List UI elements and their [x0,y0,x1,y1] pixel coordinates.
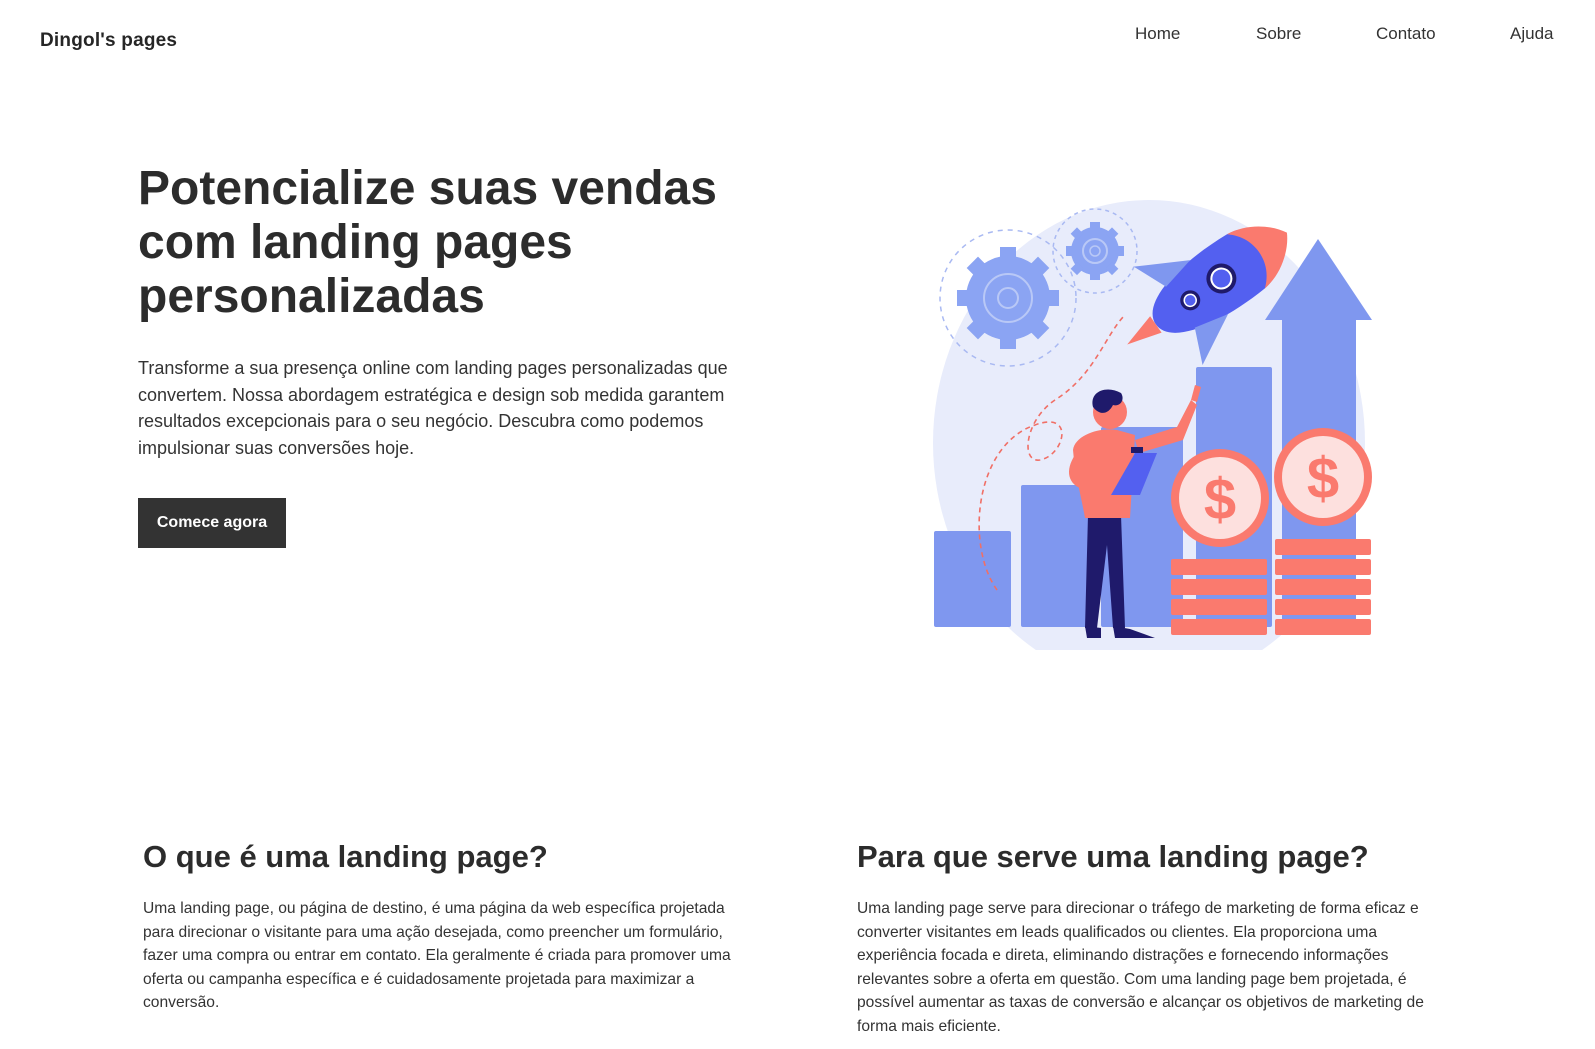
brand-logo[interactable]: Dingol's pages [40,30,177,52]
section-title: O que é uma landing page? [143,839,548,874]
svg-text:$: $ [1307,446,1339,511]
nav-contato[interactable]: Contato [1376,24,1436,44]
hero-title: Potencialize suas vendas com landing pag… [138,162,717,323]
dollar-coin-icon: $ [1274,428,1372,526]
bar-small [934,531,1011,627]
section-purpose: Para que serve uma landing page? Uma lan… [857,838,1447,1038]
section-title: Para que serve uma landing page? [857,839,1369,874]
landing-page: Dingol's pages Home Sobre Contato Ajuda … [0,0,1595,1049]
main-nav: Home Sobre Contato Ajuda [1135,24,1595,48]
section-what-is: O que é uma landing page? Uma landing pa… [143,838,743,1015]
nav-home[interactable]: Home [1135,24,1180,44]
coin-stack-right [1275,539,1371,635]
nav-sobre[interactable]: Sobre [1256,24,1301,44]
svg-text:$: $ [1204,467,1236,532]
cta-button[interactable]: Comece agora [138,498,286,548]
dollar-coin-icon: $ [1171,449,1269,547]
hero-illustration: $ $ [925,195,1385,686]
bar-medium [1021,485,1091,627]
nav-ajuda[interactable]: Ajuda [1510,24,1553,44]
section-text: Uma landing page, ou página de destino, … [143,900,731,1011]
hero-description: Transforme a sua presença online com lan… [138,358,728,458]
section-text: Uma landing page serve para direcionar o… [857,900,1424,1035]
